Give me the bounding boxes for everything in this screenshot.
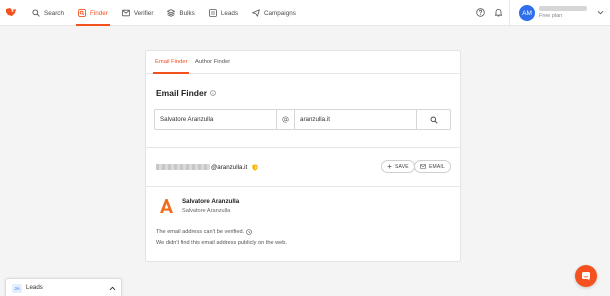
bulks-icon: [167, 9, 176, 17]
page-title: Email Finder: [156, 88, 216, 98]
nav-label: Finder: [89, 9, 108, 17]
info-icon[interactable]: [210, 90, 216, 96]
verification-note-text: The email address can't be verified.: [156, 229, 245, 235]
avatar[interactable]: AM: [519, 5, 535, 21]
divider: [146, 147, 460, 148]
nav-label: Verifier: [133, 9, 154, 17]
nav-item-verifier[interactable]: Verifier: [121, 0, 154, 26]
nav-item-bulks[interactable]: Bulks: [167, 0, 195, 26]
source-logo-icon: [160, 199, 173, 213]
verification-note: The email address can't be verified.: [156, 229, 252, 235]
finder-icon: [78, 9, 86, 17]
search-icon: [430, 116, 438, 124]
nav-label: Leads: [220, 9, 238, 17]
full-name-value: Salvatore Aranzulla: [160, 116, 214, 123]
tab-email-finder[interactable]: Email Finder: [155, 59, 188, 65]
nav-label: Search: [44, 9, 64, 17]
clock-icon[interactable]: [246, 229, 252, 235]
nav-item-campaigns[interactable]: Campaigns: [252, 0, 296, 26]
chat-button[interactable]: [575, 265, 597, 287]
help-icon[interactable]: [476, 8, 485, 17]
bell-icon[interactable]: [494, 8, 503, 17]
finder-title-text: Email Finder: [156, 88, 208, 98]
email-result: @aranzulla.it: [156, 162, 258, 172]
nav-item-finder[interactable]: Finder: [75, 0, 110, 26]
full-name-input[interactable]: Salvatore Aranzulla: [155, 110, 277, 129]
domain-input[interactable]: aranzulla.it: [295, 110, 417, 129]
finder-search-form: Salvatore Aranzulla aranzulla.it: [154, 109, 451, 130]
divider: [146, 186, 460, 187]
leads-badge: JA: [12, 284, 22, 293]
chat-icon: [582, 272, 590, 281]
nav-label: Bulks: [179, 9, 195, 17]
envelope-icon: [420, 164, 426, 169]
sources-note: We didn't find this email address public…: [156, 240, 287, 246]
active-tab-indicator: [153, 72, 189, 74]
finder-card: Email Finder Author Finder Email Finder …: [145, 50, 461, 262]
hunter-logo-icon[interactable]: [5, 6, 17, 18]
person-organization: Salvatore Aranzulla: [182, 208, 231, 214]
leads-icon: [209, 9, 217, 17]
save-label: SAVE: [395, 163, 409, 170]
main-nav: Search Finder Verifier Bulks Leads Campa…: [32, 0, 310, 26]
shield-icon: [252, 163, 258, 171]
domain-value: aranzulla.it: [300, 116, 330, 123]
search-icon: [32, 9, 40, 17]
avatar-initials: AM: [522, 9, 532, 17]
chevron-up-icon[interactable]: [109, 285, 116, 292]
divider: [509, 0, 510, 26]
email-button[interactable]: EMAIL: [414, 160, 452, 173]
email-domain[interactable]: @aranzulla.it: [211, 164, 247, 171]
email-local-part-redacted: [156, 164, 210, 170]
campaigns-icon: [252, 9, 260, 17]
account-plan: Free plan: [539, 13, 563, 19]
top-bar: Search Finder Verifier Bulks Leads Campa…: [0, 0, 610, 26]
account-name-redacted: [539, 6, 587, 11]
nav-item-leads[interactable]: Leads: [209, 0, 238, 26]
leads-panel[interactable]: JA Leads: [5, 278, 122, 296]
finder-tabs: Email Finder Author Finder: [146, 51, 460, 74]
tab-author-finder[interactable]: Author Finder: [195, 59, 230, 65]
save-button[interactable]: SAVE: [381, 160, 415, 173]
plus-icon: [387, 164, 392, 169]
find-email-button[interactable]: [417, 110, 450, 129]
person-name: Salvatore Aranzulla: [182, 198, 240, 205]
email-label: EMAIL: [429, 163, 446, 170]
leads-panel-label: Leads: [26, 284, 43, 291]
verifier-icon: [121, 9, 130, 17]
chevron-down-icon[interactable]: [597, 9, 604, 16]
nav-item-search[interactable]: Search: [32, 0, 64, 26]
at-sign-icon: [277, 110, 295, 129]
nav-label: Campaigns: [264, 9, 296, 17]
